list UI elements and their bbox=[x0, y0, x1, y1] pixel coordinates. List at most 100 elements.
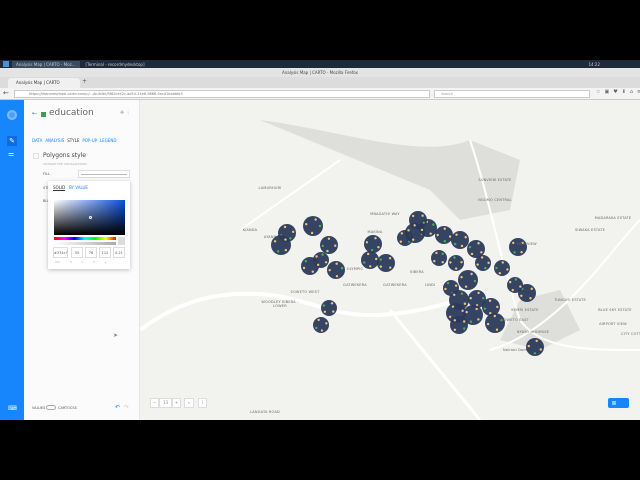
keyboard-icon[interactable]: ⌨ bbox=[8, 405, 17, 412]
school-point[interactable] bbox=[454, 242, 457, 246]
school-point[interactable] bbox=[334, 244, 337, 247]
school-point[interactable] bbox=[435, 251, 438, 255]
school-point[interactable] bbox=[473, 279, 477, 283]
school-point[interactable] bbox=[480, 251, 483, 254]
school-point[interactable] bbox=[324, 261, 328, 264]
toolbar-icons[interactable]: ☆▣♥⬇⌂≡ bbox=[596, 89, 640, 95]
map-canvas[interactable]: LANGATA ROAD WOODLEY KIBERA - LOWER KIANDA… bbox=[140, 100, 640, 420]
school-buffer-circle[interactable] bbox=[409, 211, 427, 229]
school-point[interactable] bbox=[433, 259, 436, 263]
school-point[interactable] bbox=[304, 260, 308, 263]
school-point[interactable] bbox=[453, 328, 457, 331]
school-point[interactable] bbox=[399, 240, 403, 243]
school-point[interactable] bbox=[388, 256, 392, 260]
taskbar-item-firefox[interactable]: Analysis Map | CARTO - Moz... bbox=[12, 60, 80, 68]
school-buffer-circle[interactable] bbox=[431, 250, 447, 266]
school-point[interactable] bbox=[374, 237, 377, 240]
school-point[interactable] bbox=[436, 233, 439, 237]
school-point[interactable] bbox=[449, 261, 452, 264]
browser-tab[interactable]: Analysis Map | CARTO bbox=[8, 78, 80, 88]
school-point[interactable] bbox=[454, 267, 458, 270]
school-point[interactable] bbox=[322, 304, 326, 307]
school-point[interactable] bbox=[477, 242, 480, 245]
school-point[interactable] bbox=[432, 223, 435, 226]
b-input[interactable]: 112 bbox=[99, 247, 111, 258]
school-point[interactable] bbox=[453, 256, 456, 259]
school-buffer-circle[interactable] bbox=[313, 252, 329, 268]
school-point[interactable] bbox=[463, 327, 466, 330]
school-point[interactable] bbox=[441, 252, 444, 255]
school-point[interactable] bbox=[469, 320, 473, 323]
school-point[interactable] bbox=[484, 266, 487, 270]
tab-analysis[interactable]: ANALYSIS bbox=[45, 138, 64, 143]
school-point[interactable] bbox=[460, 260, 463, 264]
school-point[interactable] bbox=[422, 221, 425, 224]
school-point[interactable] bbox=[315, 326, 318, 330]
school-point[interactable] bbox=[520, 250, 523, 254]
layer-options-icon[interactable]: ✥ ⋮ bbox=[120, 110, 131, 116]
school-point[interactable] bbox=[477, 318, 480, 321]
g-input[interactable]: 76 bbox=[85, 247, 97, 258]
school-point[interactable] bbox=[327, 237, 331, 240]
school-point[interactable] bbox=[453, 319, 457, 322]
edit-icon[interactable]: ✎ bbox=[7, 136, 17, 146]
tab-data[interactable]: DATA bbox=[32, 138, 42, 143]
school-point[interactable] bbox=[366, 252, 370, 256]
school-buffer-circle[interactable] bbox=[509, 238, 527, 256]
school-point[interactable] bbox=[305, 223, 308, 226]
school-point[interactable] bbox=[483, 307, 487, 310]
school-point[interactable] bbox=[283, 225, 287, 229]
search-map-button[interactable]: ⌕ bbox=[184, 398, 194, 408]
school-point[interactable] bbox=[400, 232, 404, 235]
school-point[interactable] bbox=[501, 261, 504, 264]
carto-logo-icon[interactable] bbox=[7, 110, 17, 120]
school-point[interactable] bbox=[463, 302, 467, 305]
start-menu-icon[interactable] bbox=[3, 61, 9, 67]
school-point[interactable] bbox=[464, 236, 467, 239]
school-point[interactable] bbox=[468, 245, 472, 249]
school-point[interactable] bbox=[513, 251, 516, 254]
school-point[interactable] bbox=[302, 266, 306, 270]
school-point[interactable] bbox=[519, 285, 522, 288]
hue-slider[interactable] bbox=[54, 237, 116, 240]
school-point[interactable] bbox=[487, 261, 490, 265]
school-buffer-circle[interactable] bbox=[321, 300, 337, 316]
school-point[interactable] bbox=[407, 229, 410, 232]
school-point[interactable] bbox=[375, 257, 378, 261]
settings-sliders-icon[interactable]: ⚌ bbox=[8, 150, 14, 158]
school-point[interactable] bbox=[480, 256, 484, 259]
school-point[interactable] bbox=[318, 224, 322, 228]
school-point[interactable] bbox=[488, 299, 492, 302]
school-buffer-circle[interactable] bbox=[450, 316, 468, 334]
school-point[interactable] bbox=[365, 241, 369, 244]
school-buffer-circle[interactable] bbox=[451, 231, 469, 249]
back-arrow-icon[interactable]: ← bbox=[32, 110, 37, 117]
school-point[interactable] bbox=[444, 287, 447, 291]
school-point[interactable] bbox=[470, 252, 474, 256]
school-point[interactable] bbox=[511, 288, 514, 292]
school-point[interactable] bbox=[469, 297, 472, 300]
school-point[interactable] bbox=[475, 307, 478, 311]
school-point[interactable] bbox=[315, 255, 318, 258]
school-point[interactable] bbox=[498, 271, 502, 275]
alpha-slider[interactable] bbox=[54, 242, 116, 245]
school-point[interactable] bbox=[326, 249, 329, 253]
school-point[interactable] bbox=[527, 344, 530, 348]
school-point[interactable] bbox=[379, 258, 382, 261]
a-input[interactable]: 0.21 bbox=[113, 247, 125, 258]
school-point[interactable] bbox=[420, 228, 424, 232]
school-point[interactable] bbox=[465, 310, 468, 314]
school-point[interactable] bbox=[533, 352, 537, 355]
back-icon[interactable]: ← bbox=[3, 89, 9, 97]
school-point[interactable] bbox=[496, 305, 499, 309]
school-point[interactable] bbox=[413, 224, 416, 227]
school-point[interactable] bbox=[429, 232, 432, 235]
school-point[interactable] bbox=[463, 320, 466, 323]
hex-input[interactable]: #374c7 bbox=[53, 247, 68, 258]
school-point[interactable] bbox=[477, 291, 480, 295]
layer-title[interactable]: education bbox=[49, 108, 94, 118]
saturation-handle[interactable] bbox=[89, 216, 92, 219]
picker-tab-by-value[interactable]: BY VALUE bbox=[69, 185, 88, 190]
school-point[interactable] bbox=[520, 294, 523, 297]
school-point[interactable] bbox=[276, 250, 280, 253]
